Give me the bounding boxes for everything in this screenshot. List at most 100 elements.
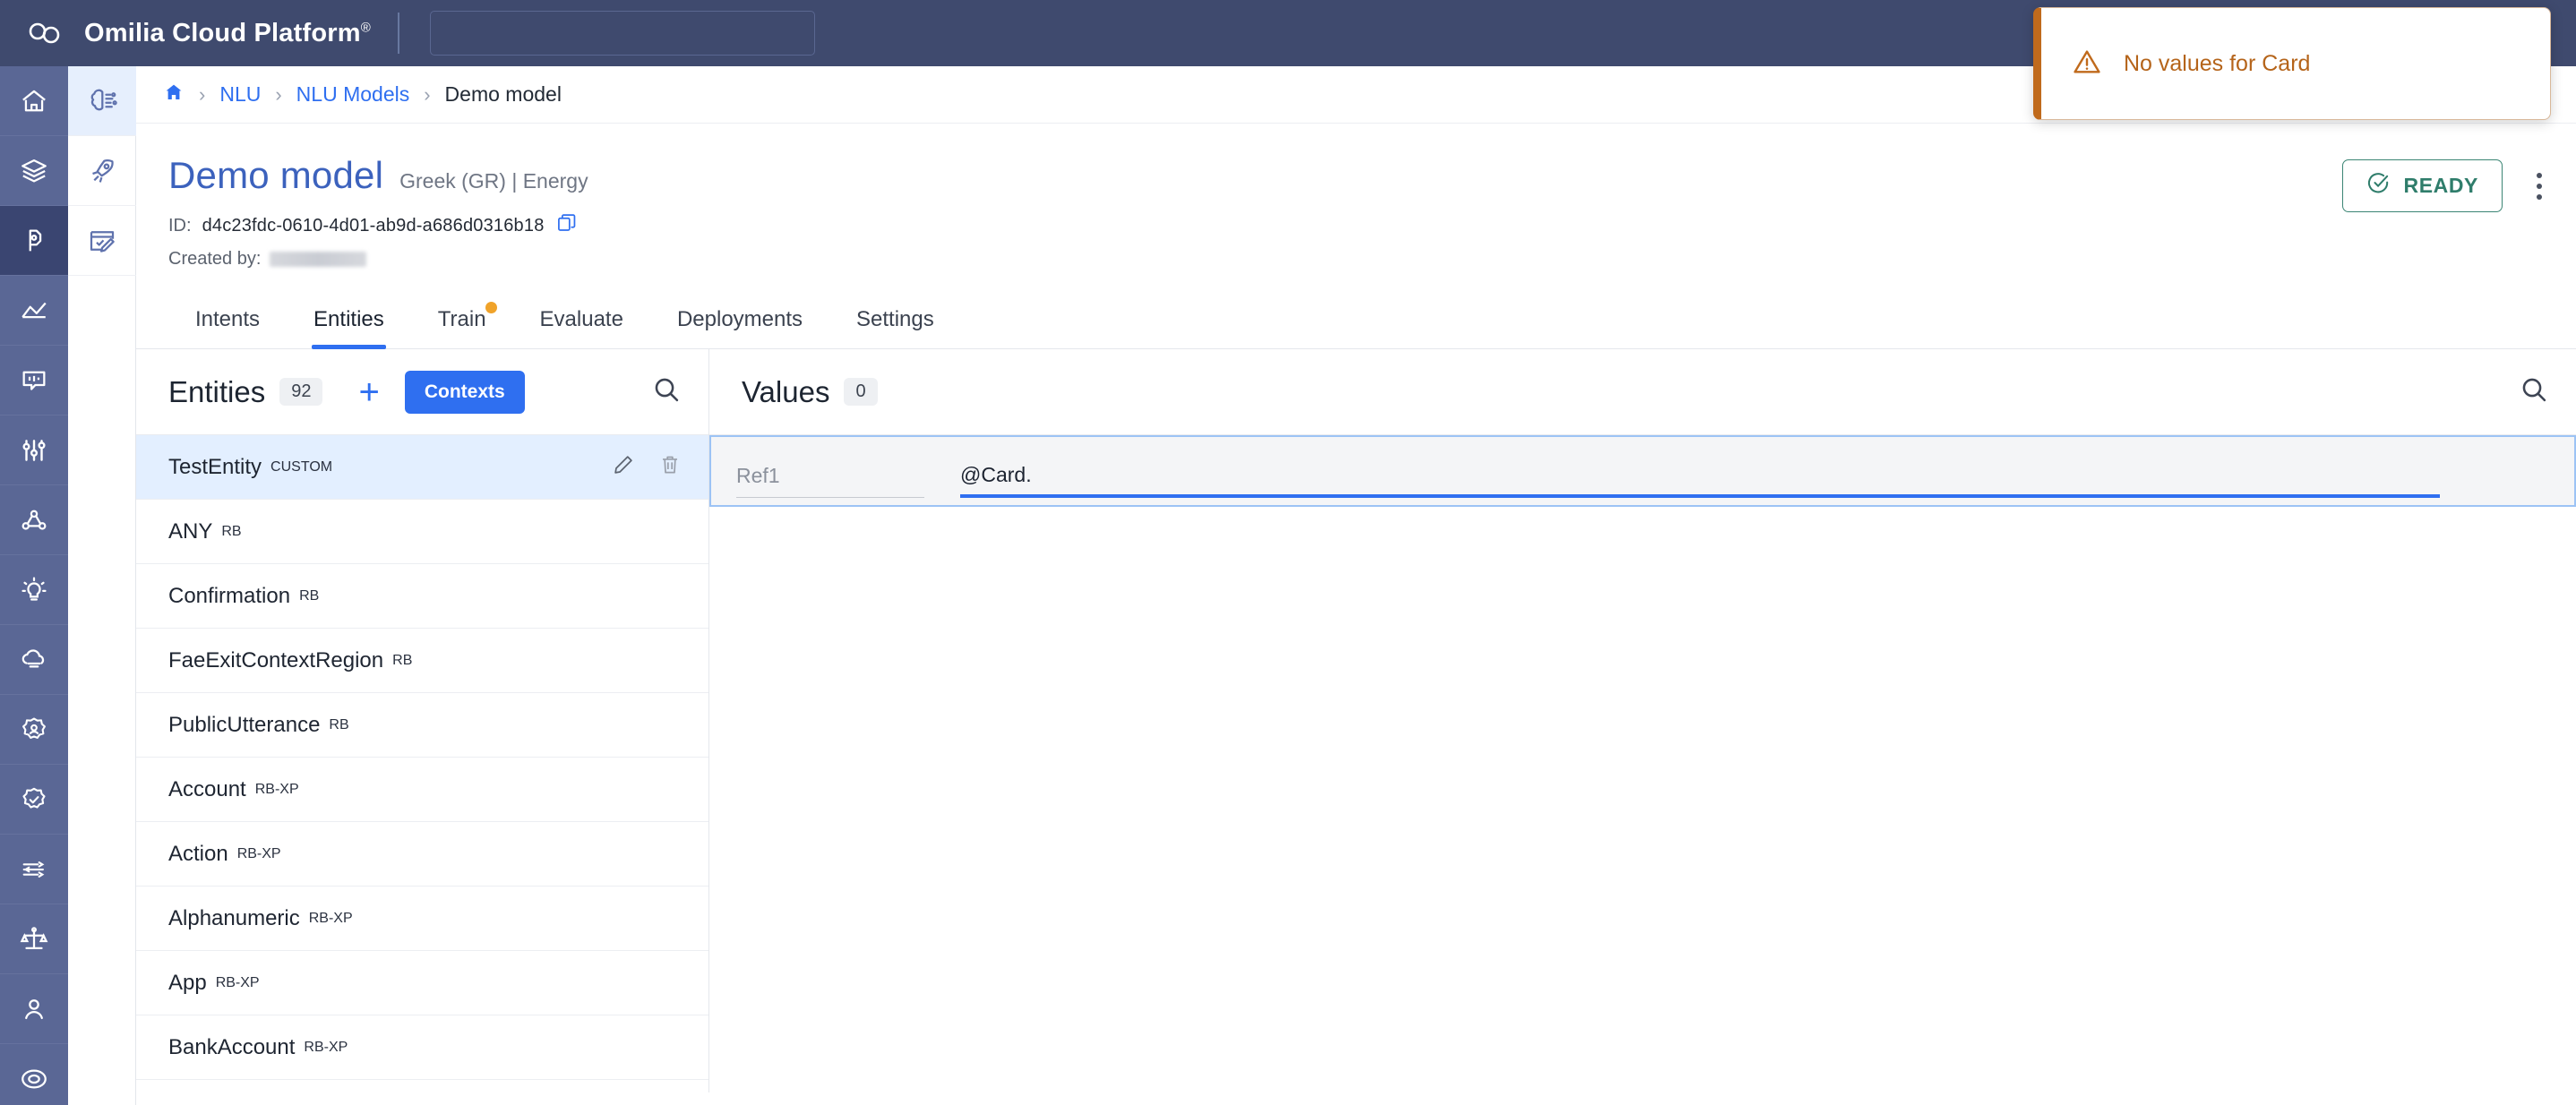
tab-settings[interactable]: Settings xyxy=(829,298,961,348)
primary-sidebar xyxy=(0,66,68,1105)
table-row[interactable]: Confirmation RB xyxy=(136,564,708,629)
tab-entities[interactable]: Entities xyxy=(287,298,411,349)
value-ref-input[interactable]: Ref1 xyxy=(736,464,924,498)
entity-type-tag: RB xyxy=(299,587,320,604)
tab-label: Train xyxy=(437,307,486,331)
sidebar-item-projects[interactable] xyxy=(0,136,68,206)
contexts-button[interactable]: Contexts xyxy=(404,370,525,414)
toast-notification[interactable]: No values for Card xyxy=(2033,7,2551,120)
entities-title: Entities xyxy=(168,374,266,408)
table-row[interactable]: Action RB-XP xyxy=(136,822,708,887)
sidebar-item-analytics[interactable] xyxy=(0,276,68,346)
value-editor-row[interactable]: Ref1 @Card. xyxy=(709,435,2576,507)
breadcrumb-separator: › xyxy=(199,82,206,106)
sidebar-item-insights[interactable] xyxy=(0,555,68,625)
model-id-value: d4c23fdc-0610-4d01-ab9d-a686d0316b18 xyxy=(202,215,545,236)
entities-pane-header: Entities 92 + Contexts xyxy=(136,349,708,435)
values-pane-header: Values 0 xyxy=(709,349,2576,435)
secondary-sidebar xyxy=(68,66,136,1105)
status-badge-ready[interactable]: READY xyxy=(2342,159,2503,212)
created-by-value-redacted xyxy=(270,252,367,267)
add-entity-button[interactable]: + xyxy=(358,374,379,410)
tab-label: Evaluate xyxy=(539,307,623,331)
entities-values-panes: Entities 92 + Contexts TestEntity CUSTOM xyxy=(136,349,2576,1092)
sidebar-item-users[interactable] xyxy=(0,974,68,1044)
breadcrumb-item-nlu[interactable]: NLU xyxy=(219,82,261,107)
entity-name: Action xyxy=(168,841,228,866)
toast-message: No values for Card xyxy=(2124,50,2311,76)
sidebar-item-cloud[interactable] xyxy=(0,625,68,695)
table-row[interactable]: App RB-XP xyxy=(136,951,708,1015)
values-search-icon[interactable] xyxy=(2519,374,2549,409)
page-header: Demo model Greek (GR) | Energy ID: d4c23… xyxy=(136,124,2576,270)
table-row[interactable]: FaeExitContextRegion RB xyxy=(136,629,708,693)
sidebar-item-dialogs[interactable] xyxy=(0,346,68,415)
table-row[interactable]: Alphanumeric RB-XP xyxy=(136,887,708,951)
entity-type-tag: RB-XP xyxy=(236,845,281,861)
sidebar-item-pipelines[interactable] xyxy=(0,835,68,904)
breadcrumb-home-icon[interactable] xyxy=(163,81,185,108)
sidebar-item-nlu[interactable] xyxy=(0,206,68,276)
title-row: Demo model Greek (GR) | Energy xyxy=(168,154,2540,197)
brand-name: Omilia Cloud Platform® xyxy=(84,18,371,47)
entity-name: Confirmation xyxy=(168,583,291,608)
entity-type-tag: RB xyxy=(221,523,242,539)
entity-type-tag: RB xyxy=(392,652,413,668)
breadcrumb-separator: › xyxy=(275,82,282,106)
value-text: @Card. xyxy=(960,463,1032,486)
sidebar-item-biometrics[interactable] xyxy=(0,695,68,765)
kebab-menu-icon[interactable] xyxy=(2528,166,2551,207)
entity-name: TestEntity xyxy=(168,454,262,479)
value-ref-placeholder: Ref1 xyxy=(736,464,780,487)
table-row[interactable]: BankAccount RB-XP xyxy=(136,1015,708,1080)
breadcrumb-item-nlu-models[interactable]: NLU Models xyxy=(296,82,410,107)
entity-name: BankAccount xyxy=(168,1034,296,1059)
train-status-dot xyxy=(485,302,497,313)
copy-icon[interactable] xyxy=(555,211,579,240)
table-row[interactable]: ANY RB xyxy=(136,500,708,564)
trademark-symbol: ® xyxy=(360,19,371,35)
tab-label: Deployments xyxy=(676,307,803,331)
table-row[interactable]: PublicUtterance RB xyxy=(136,693,708,758)
sidebar-item-support[interactable] xyxy=(0,1044,68,1105)
sidebar-item-home[interactable] xyxy=(0,66,68,136)
check-circle-icon xyxy=(2366,171,2391,201)
status-label: READY xyxy=(2403,174,2478,197)
tab-evaluate[interactable]: Evaluate xyxy=(513,298,650,348)
value-text-input[interactable]: @Card. xyxy=(960,463,2440,498)
entity-type-tag: RB-XP xyxy=(308,910,353,926)
entity-name: PublicUtterance xyxy=(168,712,321,737)
tab-intents[interactable]: Intents xyxy=(168,298,287,348)
brand[interactable]: Omilia Cloud Platform® xyxy=(0,15,371,51)
entity-name: ANY xyxy=(168,518,213,544)
sidebar-item-deployments[interactable] xyxy=(68,136,136,206)
values-count: 0 xyxy=(844,378,878,406)
entities-search-icon[interactable] xyxy=(651,374,682,409)
entity-type-tag: RB-XP xyxy=(215,974,260,990)
sidebar-item-graph[interactable] xyxy=(0,485,68,555)
pencil-icon[interactable] xyxy=(612,453,635,481)
model-id-row: ID: d4c23fdc-0610-4d01-ab9d-a686d0316b18 xyxy=(168,211,2540,240)
trash-icon[interactable] xyxy=(658,453,682,481)
global-search-input[interactable] xyxy=(430,11,815,56)
page-title: Demo model xyxy=(168,154,384,196)
created-by-label: Created by: xyxy=(168,249,262,269)
entities-count: 92 xyxy=(279,378,323,406)
table-row[interactable]: Account RB-XP xyxy=(136,758,708,822)
model-status-actions: READY xyxy=(2342,159,2551,212)
page-subtitle: Greek (GR) | Energy xyxy=(399,169,588,193)
created-by-row: Created by: xyxy=(168,249,2540,270)
tab-train[interactable]: Train xyxy=(411,298,513,348)
sidebar-item-annotation[interactable] xyxy=(68,206,136,276)
omilia-cloud-logo-icon xyxy=(25,15,64,51)
model-tabs: Intents Entities Train Evaluate Deployme… xyxy=(136,298,2576,349)
sidebar-item-nlu-models[interactable] xyxy=(68,66,136,136)
table-row[interactable]: TestEntity CUSTOM xyxy=(136,435,708,500)
sidebar-item-verification[interactable] xyxy=(0,765,68,835)
sidebar-item-compliance[interactable] xyxy=(0,904,68,974)
model-id-label: ID: xyxy=(168,215,192,236)
values-title: Values xyxy=(742,374,830,408)
sidebar-item-tuning[interactable] xyxy=(0,415,68,485)
tab-label: Intents xyxy=(195,307,261,331)
tab-deployments[interactable]: Deployments xyxy=(650,298,829,348)
